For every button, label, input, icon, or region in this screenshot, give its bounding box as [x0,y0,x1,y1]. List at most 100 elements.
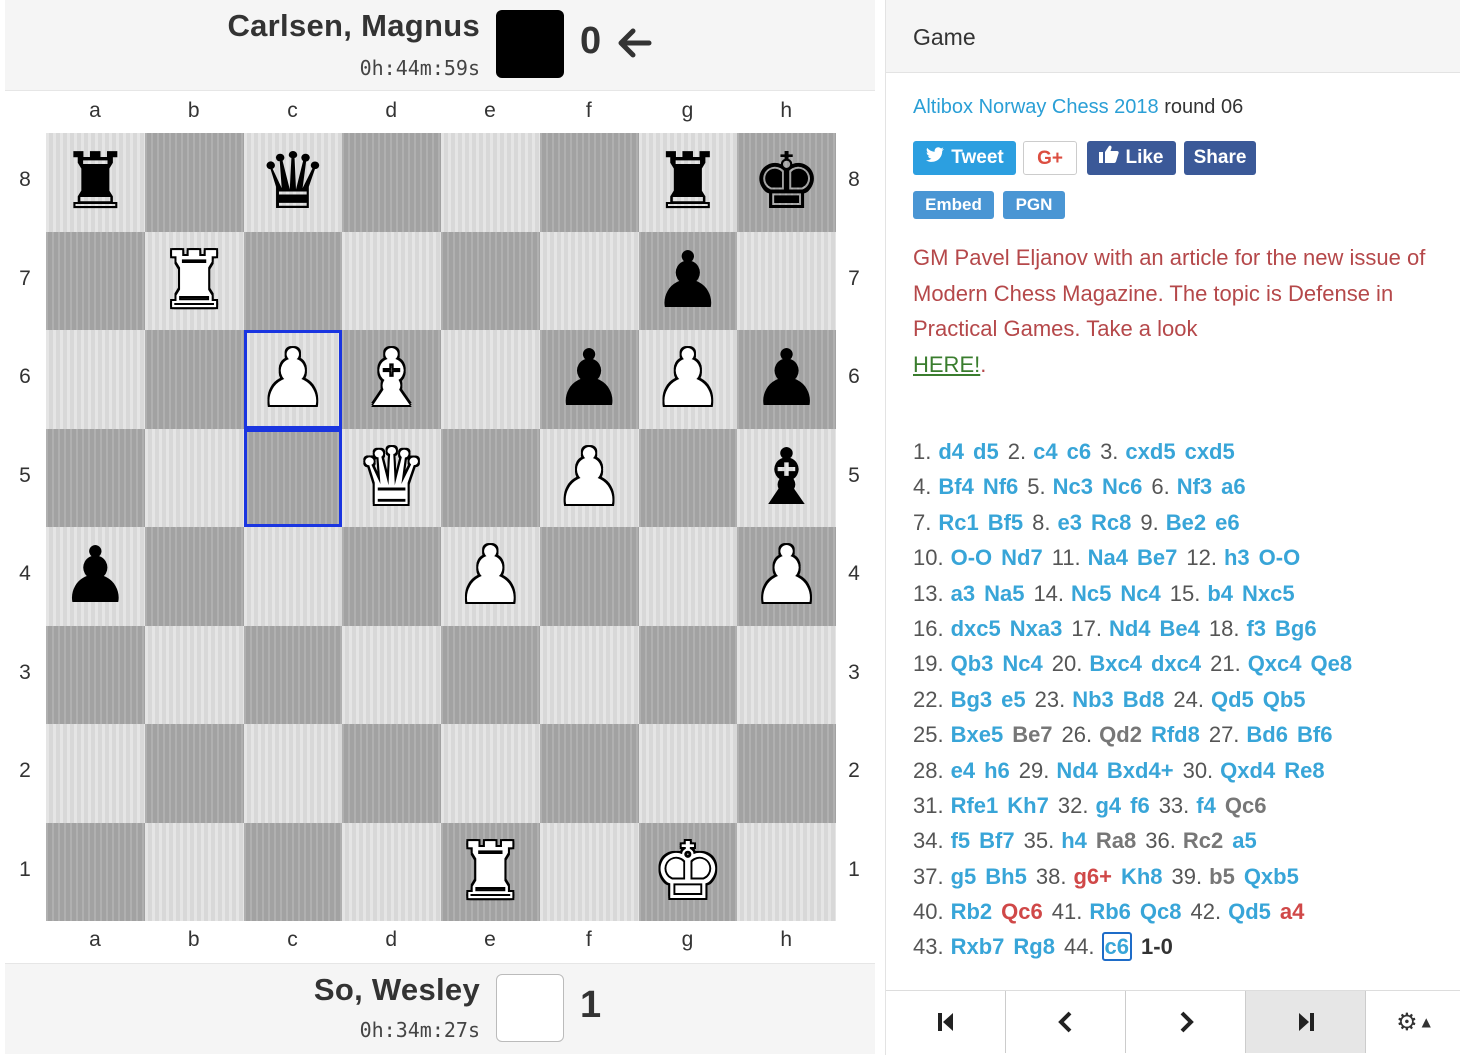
move[interactable]: Bxc4 [1089,651,1142,676]
square-a7[interactable] [46,231,145,330]
move[interactable]: Rxb7 [951,934,1005,959]
white-king-g1[interactable]: ♚ [639,823,738,922]
square-a5[interactable] [46,428,145,527]
move[interactable]: Bf4 [938,474,973,499]
white-pawn-c6[interactable]: ♟ [244,330,343,429]
move[interactable]: Bf6 [1297,722,1332,747]
square-f2[interactable] [539,724,639,823]
black-pawn-g7[interactable]: ♟ [639,232,738,331]
square-h1[interactable] [737,822,836,921]
move[interactable]: Bd6 [1246,722,1288,747]
square-b6[interactable] [144,330,244,429]
move[interactable]: h4 [1061,828,1087,853]
move[interactable]: Rb2 [951,899,993,924]
square-f1[interactable] [539,822,639,921]
move[interactable]: Rc2 [1183,828,1223,853]
square-e7[interactable] [441,231,540,330]
black-bishop-h5[interactable]: ♝ [737,429,836,528]
move[interactable]: Nf3 [1177,474,1212,499]
square-f4[interactable] [539,527,639,626]
black-pawn-a4[interactable]: ♟ [46,527,145,626]
move[interactable]: dxc5 [951,616,1001,641]
move[interactable]: Na4 [1088,545,1128,570]
square-b4[interactable] [144,527,244,626]
move[interactable]: h6 [984,758,1010,783]
black-king-h8[interactable]: ♚ [737,133,836,232]
move[interactable]: Qe8 [1311,651,1353,676]
move[interactable]: Bg6 [1275,616,1317,641]
move[interactable]: h3 [1224,545,1250,570]
move[interactable]: Na5 [984,581,1024,606]
move[interactable]: b4 [1207,581,1233,606]
move[interactable]: Qb3 [951,651,994,676]
tweet-button[interactable]: Tweet [913,141,1016,175]
move[interactable]: O-O [1259,545,1301,570]
move[interactable]: a5 [1232,828,1256,853]
event-link[interactable]: Altibox Norway Chess 2018 [913,96,1159,118]
square-f7[interactable] [539,231,639,330]
move[interactable]: c4 [1033,439,1057,464]
move[interactable]: d5 [973,439,999,464]
move[interactable]: Qd5 [1211,687,1254,712]
square-d1[interactable] [342,822,441,921]
previous-move-button[interactable] [1006,991,1126,1053]
move[interactable]: d4 [938,439,964,464]
square-h2[interactable] [737,724,836,823]
move[interactable]: Bd8 [1123,687,1165,712]
square-b3[interactable] [144,625,244,724]
move[interactable]: Bf5 [988,510,1023,535]
square-a6[interactable] [46,330,145,429]
square-c2[interactable] [243,724,343,823]
move[interactable]: e6 [1215,510,1239,535]
move[interactable]: f6 [1130,793,1150,818]
move[interactable]: c6 [1067,439,1091,464]
move[interactable]: e5 [1001,687,1025,712]
settings-button[interactable]: ⚙ ▲ [1366,991,1460,1053]
move[interactable]: a6 [1221,474,1245,499]
move[interactable]: O-O [951,545,993,570]
move[interactable]: Kh8 [1121,864,1163,889]
move[interactable]: Nb3 [1072,687,1114,712]
move[interactable]: Qd5 [1228,899,1271,924]
move[interactable]: g5 [951,864,977,889]
move[interactable]: Bxd4+ [1107,758,1174,783]
square-h3[interactable] [737,625,836,724]
black-rook-a8[interactable]: ♜ [46,133,145,232]
square-e5[interactable] [441,428,540,527]
square-c5[interactable] [243,428,343,527]
move[interactable]: Bg3 [951,687,993,712]
move[interactable]: Bh5 [985,864,1027,889]
move[interactable]: Nf6 [983,474,1018,499]
move[interactable]: Nd4 [1056,758,1098,783]
move[interactable]: e4 [951,758,975,783]
move[interactable]: Qd2 [1099,722,1142,747]
move[interactable]: Nd7 [1001,545,1043,570]
pgn-button[interactable]: PGN [1003,191,1065,219]
white-pawn-g6[interactable]: ♟ [639,330,738,429]
black-pawn-h6[interactable]: ♟ [737,330,836,429]
square-f8[interactable] [539,133,639,232]
comment-link[interactable]: HERE! [913,352,980,377]
move[interactable]: Be4 [1160,616,1200,641]
move[interactable]: a4 [1280,899,1304,924]
move[interactable]: Qc6 [1225,793,1267,818]
square-c7[interactable] [243,231,343,330]
square-d2[interactable] [342,724,441,823]
move[interactable]: f4 [1196,793,1216,818]
move[interactable]: Bxe5 [951,722,1004,747]
move[interactable]: Kh7 [1007,793,1049,818]
move[interactable]: Rc8 [1091,510,1131,535]
square-g5[interactable] [638,428,738,527]
move[interactable]: Nc3 [1053,474,1093,499]
move[interactable]: Rb6 [1089,899,1131,924]
square-c1[interactable] [243,822,343,921]
move[interactable]: Ra8 [1096,828,1136,853]
move[interactable]: Qc6 [1001,899,1043,924]
move[interactable]: Re8 [1284,758,1324,783]
move[interactable]: Nc4 [1002,651,1042,676]
next-move-button[interactable] [1126,991,1246,1053]
white-pawn-f5[interactable]: ♟ [540,429,639,528]
square-c4[interactable] [243,527,343,626]
square-g2[interactable] [638,724,738,823]
square-f3[interactable] [539,625,639,724]
